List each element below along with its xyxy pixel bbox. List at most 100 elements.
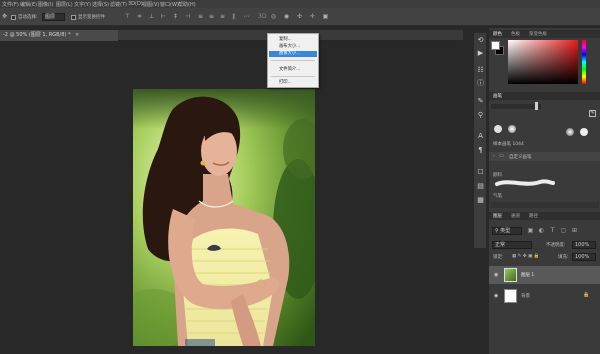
auto-select-label: 自动选择: — [18, 15, 38, 20]
history-icon[interactable]: ⟲ — [476, 36, 485, 45]
brush-size-handle[interactable] — [535, 102, 538, 110]
menu-select[interactable]: 选择(S) — [92, 1, 109, 8]
align-left-icon[interactable]: ⊢ — [160, 13, 167, 20]
filter-shape-icon[interactable]: ▢ — [560, 227, 567, 234]
menu-item-image-size[interactable]: 图像大小... — [269, 51, 317, 57]
filter-adjust-icon[interactable]: ◐ — [538, 227, 545, 234]
3d-drag-icon[interactable]: ✣ — [296, 13, 303, 20]
eye-icon[interactable]: ◉ — [494, 272, 500, 278]
layers-panel-tabs: 图层 通道 路径 — [489, 212, 600, 220]
distribute-bottom-icon[interactable]: ≡ — [219, 13, 226, 20]
tab-swatches[interactable]: 色板 — [511, 31, 520, 37]
layer-row[interactable]: ◉ 背景 🔒 — [489, 287, 600, 305]
brush-group-row[interactable]: › ▭ 自定义画笔 — [489, 152, 600, 161]
brush-edit-icon[interactable]: ✎ — [589, 110, 596, 117]
color-panel-tabs: 颜色 色板 渐变色板 — [489, 30, 600, 38]
lock-icons[interactable]: ▦ ✎ ✥ ▣ 🔒 — [512, 254, 539, 259]
show-transform-label: 显示变换控件 — [78, 15, 105, 20]
menu-item-duplicate[interactable]: 复制... — [269, 37, 317, 43]
document-tab[interactable]: -2 @ 50% (图层 1, RGB/8) * × — [0, 30, 118, 41]
3d-roll-icon[interactable]: ◉ — [283, 13, 290, 20]
filter-type-icon[interactable]: T — [549, 227, 556, 234]
layer-name[interactable]: 背景 — [521, 293, 530, 299]
hue-slider[interactable] — [582, 40, 586, 84]
opacity-field[interactable]: 100% — [572, 241, 596, 249]
menu-window[interactable]: 窗口(W) — [160, 1, 179, 8]
glyphs-icon[interactable]: ▤ — [476, 182, 485, 191]
distribute-top-icon[interactable]: ≡ — [197, 13, 204, 20]
properties-icon[interactable]: ▦ — [476, 196, 485, 205]
character-icon[interactable]: A — [476, 132, 485, 141]
align-top-icon[interactable]: ⊤ — [124, 13, 131, 20]
menu-image[interactable]: 图像(I) — [38, 1, 53, 8]
brush-settings-icon[interactable]: ✎ — [476, 97, 485, 106]
tab-layers[interactable]: 图层 — [493, 213, 502, 219]
eye-icon[interactable]: ◉ — [494, 293, 500, 299]
libraries-icon[interactable]: ☐ — [476, 168, 485, 177]
brush-sample-label: 样本画笔 1044 — [493, 142, 524, 147]
menu-item-canvas-size-label: 画布大小... — [279, 44, 301, 49]
fill-field[interactable]: 100% — [572, 253, 596, 261]
tab-color[interactable]: 颜色 — [493, 31, 502, 37]
menu-view[interactable]: 视图(V) — [142, 1, 159, 8]
menu-layer[interactable]: 图层(L) — [56, 1, 73, 8]
tab-paths[interactable]: 路径 — [529, 213, 538, 219]
actions-play-icon[interactable]: ▶ — [476, 49, 485, 58]
align-hcenter-icon[interactable]: ‡ — [172, 13, 179, 20]
brush-panel-tabs: 画笔 — [489, 92, 600, 100]
more-options-icon[interactable]: ⋯ — [243, 13, 250, 20]
auto-select-value: 图层 — [45, 14, 56, 20]
brush-preset-round-icon[interactable] — [494, 125, 502, 133]
color-picker-field[interactable] — [508, 40, 578, 84]
menu-item-canvas-size[interactable]: 画布大小... — [269, 44, 317, 50]
brush-row2-label: 气笔 — [493, 194, 502, 199]
3d-rotate-icon[interactable]: ◎ — [270, 13, 277, 20]
distribute-vcenter-icon[interactable]: ≡ — [208, 13, 215, 20]
filter-pixel-icon[interactable]: ▣ — [527, 227, 534, 234]
info-icon[interactable]: ⓘ — [476, 79, 485, 88]
menu-filter[interactable]: 滤镜(T) — [110, 1, 127, 8]
brush-size-slider[interactable] — [491, 104, 541, 109]
auto-select-dropdown[interactable]: 图层 — [42, 13, 65, 21]
menu-item-print[interactable]: 打印... — [269, 80, 317, 86]
align-bottom-icon[interactable]: ⊥ — [148, 13, 155, 20]
menu-type[interactable]: 文字(Y) — [74, 1, 91, 8]
document-tab-title: -2 @ 50% (图层 1, RGB/8) * — [3, 32, 71, 38]
brush-preset-soft-icon[interactable] — [508, 125, 516, 133]
document-image[interactable] — [133, 89, 315, 346]
tab-channels[interactable]: 通道 — [511, 213, 520, 219]
paragraph-icon[interactable]: ¶ — [476, 146, 485, 155]
auto-select-checkbox[interactable] — [11, 15, 16, 20]
document-tab-close-icon[interactable]: × — [75, 32, 79, 38]
menu-file[interactable]: 文件(F) — [2, 1, 19, 8]
layer-row-selected[interactable]: ◉ 图层 1 — [489, 266, 600, 284]
menu-help[interactable]: 帮助(H) — [178, 1, 196, 8]
opacity-label: 不透明度: — [546, 243, 566, 248]
document-tab-context-menu: 复制... 画布大小... 图像大小... 文件简介... 打印... — [267, 33, 319, 88]
tab-brushes[interactable]: 画笔 — [493, 93, 502, 99]
layer-kind-filter[interactable]: ⚲ 类型 — [492, 227, 522, 235]
brush-preset-hard-icon[interactable] — [580, 128, 588, 136]
tab-gradients[interactable]: 渐变色板 — [529, 31, 547, 37]
clone-source-icon[interactable]: ⚲ — [476, 111, 485, 120]
distribute-left-icon[interactable]: ∥ — [230, 13, 237, 20]
menu-separator — [271, 60, 315, 61]
menu-3d[interactable]: 3D(D) — [128, 1, 143, 7]
brush-preset-soft2-icon[interactable] — [566, 128, 574, 136]
brush-panel-footer — [491, 202, 599, 208]
filter-smart-icon[interactable]: ⊞ — [571, 227, 578, 234]
foreground-color-swatch-front — [491, 41, 500, 50]
align-vcenter-icon[interactable]: ≑ — [136, 13, 143, 20]
adjustments-icon[interactable]: ☷ — [476, 66, 485, 75]
menu-edit[interactable]: 编辑(E) — [20, 1, 37, 8]
menu-item-file-info[interactable]: 文件简介... — [269, 67, 317, 73]
layer-name[interactable]: 图层 1 — [521, 272, 534, 278]
blend-mode-dropdown[interactable]: 正常 — [492, 241, 532, 249]
layer-thumbnail — [504, 268, 517, 282]
move-tool-icon[interactable]: ✥ — [1, 13, 8, 20]
align-right-icon[interactable]: ⊣ — [184, 13, 191, 20]
3d-scale-icon[interactable]: ▣ — [322, 13, 329, 20]
3d-slide-icon[interactable]: ✛ — [309, 13, 316, 20]
show-transform-checkbox[interactable] — [71, 15, 76, 20]
layer-kind-label: 类型 — [500, 228, 511, 234]
